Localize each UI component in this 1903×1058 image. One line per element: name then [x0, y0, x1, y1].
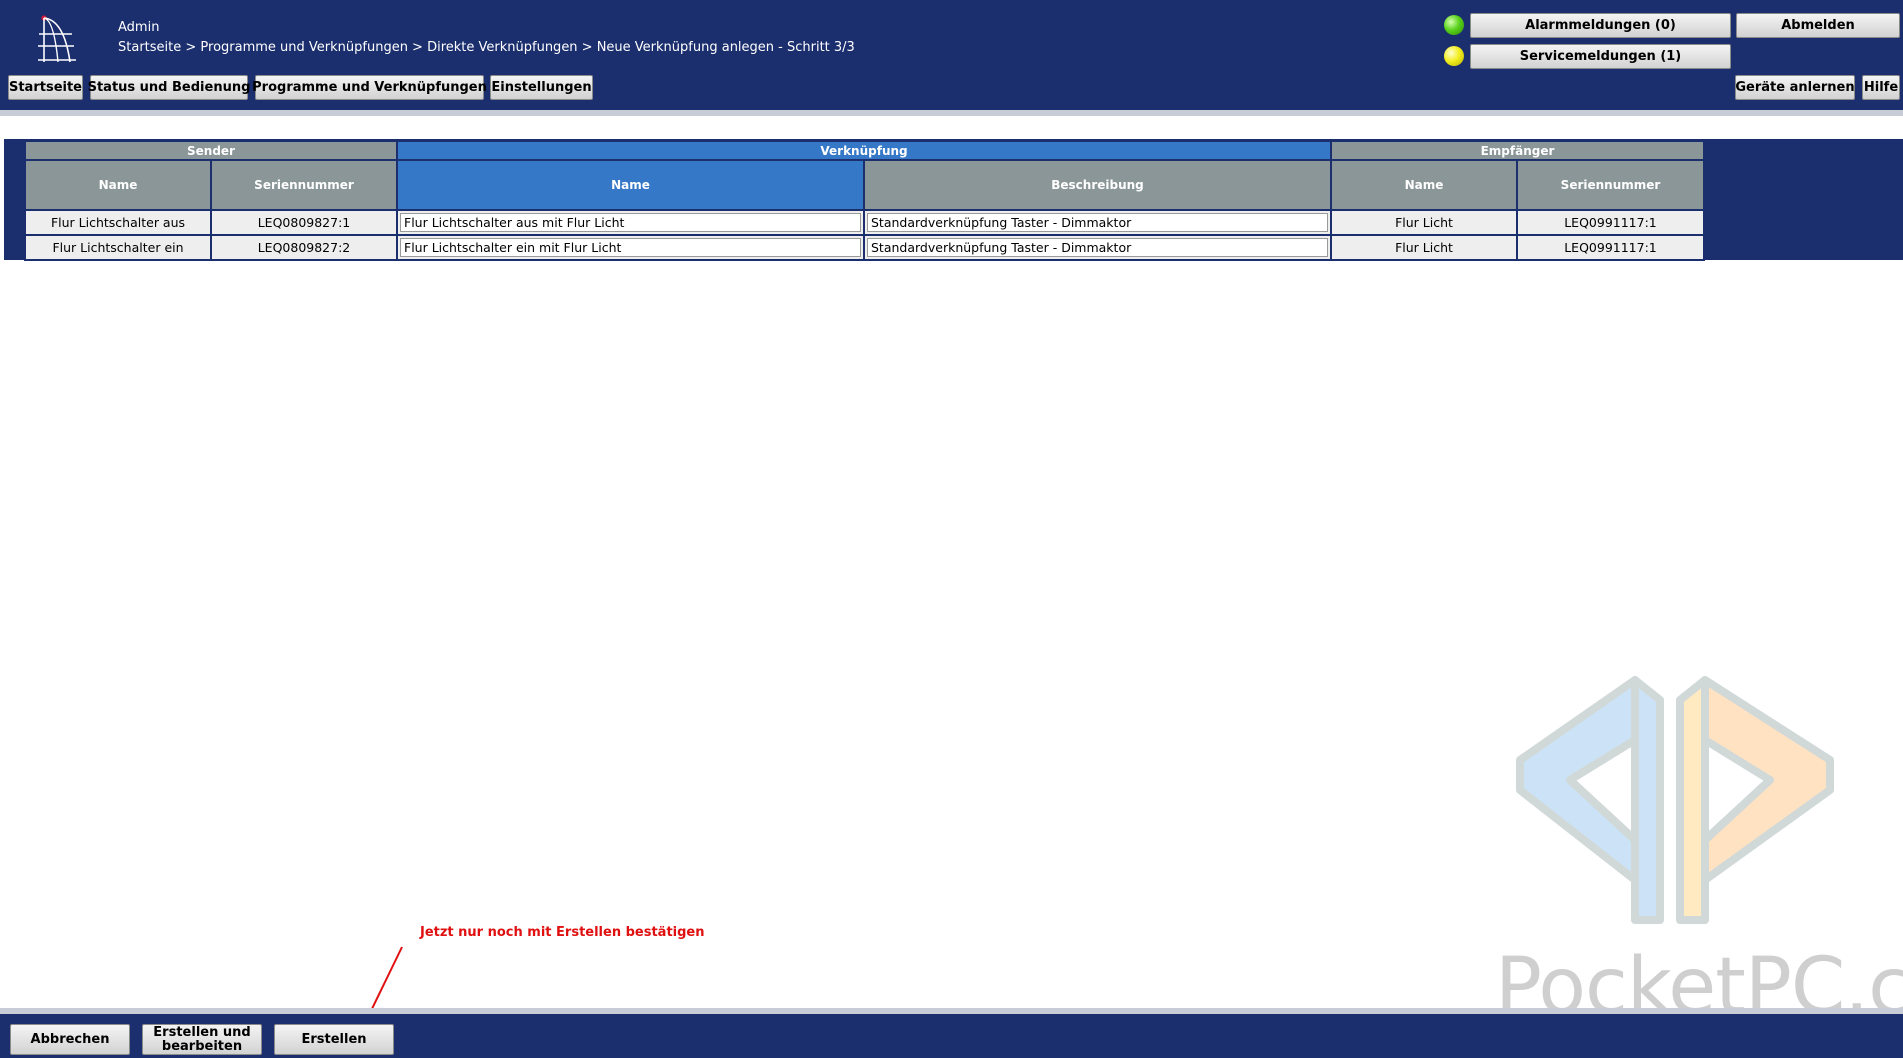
annotation-text: Jetzt nur noch mit Erstellen bestätigen [420, 925, 705, 940]
table-row: Flur Lichtschalter ein LEQ0809827:2 Flur… [24, 234, 1705, 261]
sender-serial-cell: LEQ0809827:1 [210, 209, 398, 236]
table-group-header-row: Sender Verknüpfung Empfänger [24, 140, 1705, 161]
create-and-edit-button[interactable]: Erstellen und bearbeiten [142, 1024, 262, 1055]
header-divider [0, 110, 1903, 116]
group-header-receiver: Empfänger [1330, 140, 1705, 161]
column-header-receiver-serial: Seriennummer [1516, 159, 1705, 211]
column-header-link-description: Beschreibung [863, 159, 1332, 211]
cancel-button[interactable]: Abbrechen [10, 1024, 130, 1055]
nav-programs-button[interactable]: Programme und Verknüpfungen [252, 75, 487, 100]
nav-home-button[interactable]: Startseite [8, 75, 83, 100]
logout-button[interactable]: Abmelden [1736, 13, 1900, 38]
receiver-serial-cell: LEQ0991117:1 [1516, 209, 1705, 236]
sender-name-cell: Flur Lichtschalter aus [24, 209, 212, 236]
nav-settings-button[interactable]: Einstellungen [490, 75, 593, 100]
create-button[interactable]: Erstellen [274, 1024, 394, 1055]
table-column-header-row: Name Seriennummer Name Beschreibung Name… [24, 159, 1705, 211]
column-header-link-name: Name [396, 159, 865, 211]
service-messages-button[interactable]: Servicemeldungen (1) [1470, 44, 1731, 69]
homematic-logo-icon [38, 15, 76, 63]
sender-name-cell: Flur Lichtschalter ein [24, 234, 212, 261]
link-description-input[interactable]: Standardverknüpfung Taster - Dimmaktor [867, 213, 1328, 232]
header-bar: Admin Startseite > Programme und Verknüp… [0, 0, 1903, 110]
column-header-sender-name: Name [24, 159, 212, 211]
teach-devices-button[interactable]: Geräte anlernen [1735, 75, 1855, 100]
column-header-sender-serial: Seriennummer [210, 159, 398, 211]
link-description-input[interactable]: Standardverknüpfung Taster - Dimmaktor [867, 238, 1328, 257]
table-row: Flur Lichtschalter aus LEQ0809827:1 Flur… [24, 209, 1705, 236]
help-button[interactable]: Hilfe [1862, 75, 1900, 100]
current-user-label: Admin [118, 20, 160, 35]
link-name-cell: Flur Lichtschalter ein mit Flur Licht [396, 234, 865, 261]
breadcrumb: Startseite > Programme und Verknüpfungen… [118, 40, 855, 55]
footer-bar: Abbrechen Erstellen und bearbeiten Erste… [0, 1014, 1903, 1058]
link-name-input[interactable]: Flur Lichtschalter ein mit Flur Licht [400, 238, 861, 257]
alarm-status-led-icon [1444, 15, 1464, 35]
group-header-sender: Sender [24, 140, 398, 161]
nav-status-button[interactable]: Status und Bedienung [88, 75, 250, 100]
link-name-cell: Flur Lichtschalter aus mit Flur Licht [396, 209, 865, 236]
sender-serial-cell: LEQ0809827:2 [210, 234, 398, 261]
link-summary-table: Sender Verknüpfung Empfänger Name Serien… [24, 140, 1705, 261]
alarm-messages-button[interactable]: Alarmmeldungen (0) [1470, 13, 1731, 38]
receiver-serial-cell: LEQ0991117:1 [1516, 234, 1705, 261]
receiver-name-cell: Flur Licht [1330, 234, 1518, 261]
link-name-input[interactable]: Flur Lichtschalter aus mit Flur Licht [400, 213, 861, 232]
receiver-name-cell: Flur Licht [1330, 209, 1518, 236]
service-status-led-icon [1444, 46, 1464, 66]
column-header-receiver-name: Name [1330, 159, 1518, 211]
link-description-cell: Standardverknüpfung Taster - Dimmaktor [863, 234, 1332, 261]
link-description-cell: Standardverknüpfung Taster - Dimmaktor [863, 209, 1332, 236]
group-header-link: Verknüpfung [396, 140, 1332, 161]
